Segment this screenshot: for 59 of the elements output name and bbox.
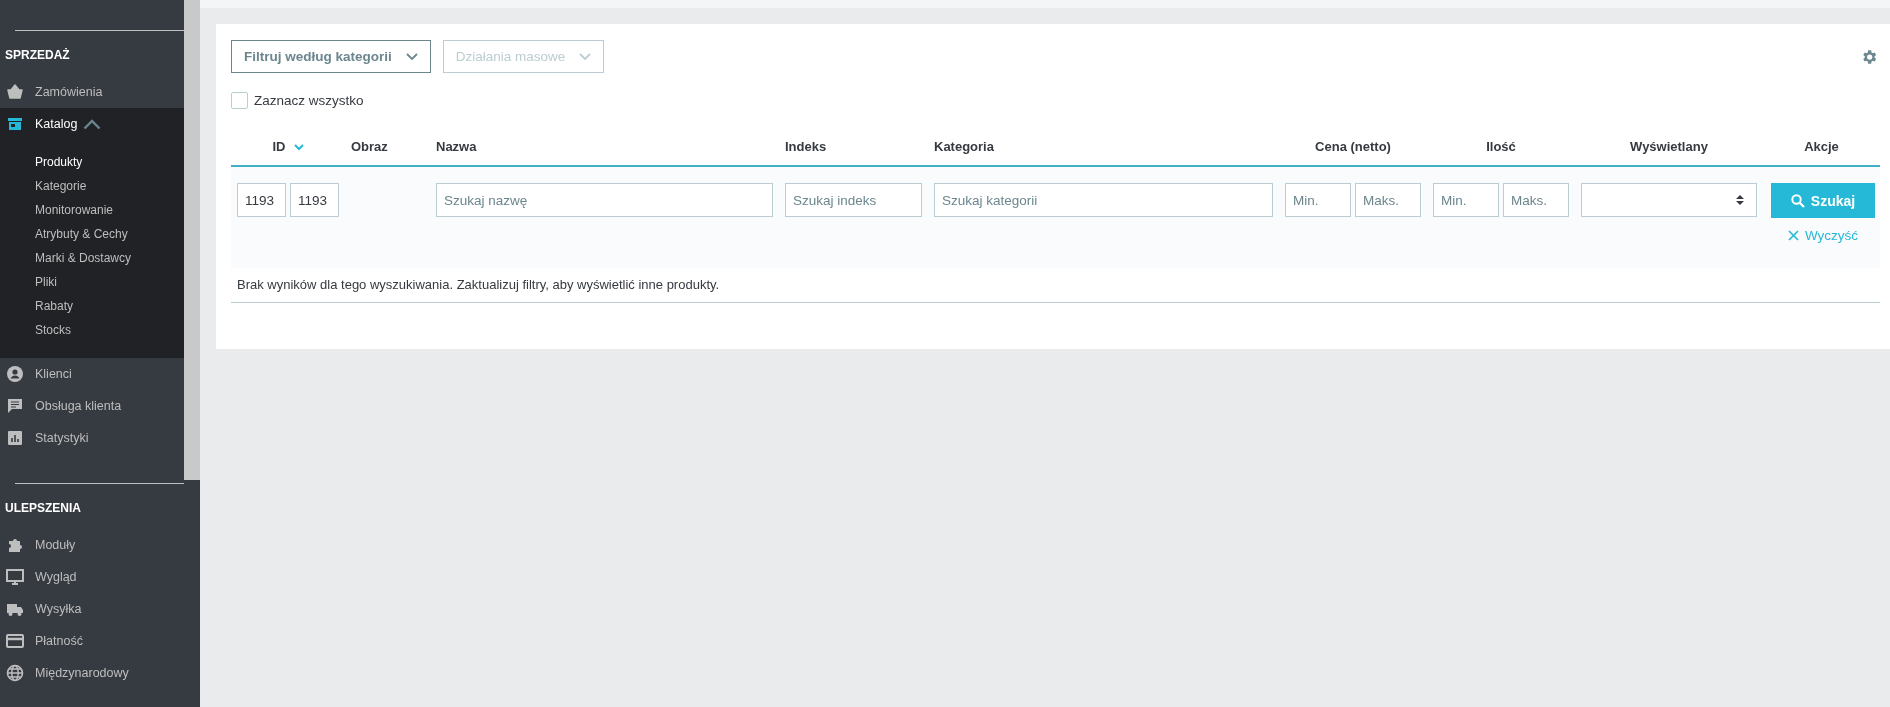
- column-header: Cena (netto): [1315, 138, 1391, 156]
- sidebar-item[interactable]: Płatność: [0, 625, 184, 657]
- chat-icon: [6, 397, 24, 415]
- filter-field[interactable]: Min.: [1433, 183, 1499, 217]
- column-header: Nazwa: [436, 138, 477, 156]
- sidebar-item[interactable]: Klienci: [0, 358, 184, 390]
- column-header: Obraz: [351, 138, 388, 156]
- filter-field[interactable]: 1193: [237, 183, 286, 217]
- column-header: Kategoria: [934, 138, 994, 156]
- column-header: Wyświetlany: [1630, 138, 1708, 156]
- user-circle-icon: [6, 365, 24, 383]
- monitor-icon: [6, 568, 24, 586]
- filter-field[interactable]: Maks.: [1355, 183, 1421, 217]
- empty-message: Brak wyników dla tego wyszukiwania. Zaktualizuj filtry, aby wyświetlić inne produkty.: [236, 276, 721, 294]
- checkbox-label: Zaznacz wszystko: [254, 93, 364, 108]
- sort-caret-icon[interactable]: [293, 143, 304, 151]
- submenu-item[interactable]: Monitorowanie: [35, 198, 114, 222]
- section-title: SPRZEDAŻ: [5, 47, 71, 64]
- column-header[interactable]: ID: [272, 137, 286, 157]
- credit-card-icon: [6, 632, 24, 650]
- submenu-item[interactable]: Kategorie: [35, 174, 87, 198]
- submenu-item[interactable]: Rabaty: [35, 294, 74, 318]
- search-field[interactable]: Szukaj nazwę: [436, 183, 773, 217]
- sort-arrows-icon: [1736, 194, 1744, 206]
- checkbox[interactable]: [231, 92, 248, 109]
- sidebar-item[interactable]: Międzynarodowy: [0, 657, 184, 689]
- sidebar-item[interactable]: Statystyki: [0, 422, 184, 454]
- column-header: Indeks: [785, 138, 827, 156]
- puzzle-icon: [6, 536, 24, 554]
- globe-icon: [6, 664, 24, 682]
- bar-chart-icon: [6, 429, 24, 447]
- submenu-item[interactable]: Marki & Dostawcy: [35, 246, 132, 270]
- close-icon: [1787, 230, 1799, 241]
- column-header: Akcje: [1804, 138, 1839, 156]
- filter-field[interactable]: 1193: [290, 183, 339, 217]
- search-field[interactable]: Szukaj indeks: [785, 183, 922, 217]
- submenu-item[interactable]: Atrybuty & Cechy: [35, 222, 128, 246]
- sidebar-item[interactable]: Moduły: [0, 529, 184, 561]
- chevron-down-icon: [579, 52, 592, 61]
- filter-field[interactable]: Min.: [1285, 183, 1351, 217]
- sidebar-item[interactable]: Wygląd: [0, 561, 184, 593]
- basket-icon: [6, 83, 24, 101]
- column-header: Ilość: [1486, 138, 1516, 156]
- section-title: ULEPSZENIA: [5, 500, 82, 517]
- sidebar-item[interactable]: Katalog: [0, 108, 184, 140]
- sidebar-item[interactable]: Zamówienia: [0, 76, 184, 108]
- chevron-down-icon: [405, 52, 418, 61]
- sidebar-item[interactable]: Obsługa klienta: [0, 390, 184, 422]
- sidebar-item[interactable]: Wysyłka: [0, 593, 184, 625]
- dropdown-button[interactable]: Filtruj według kategorii: [231, 40, 431, 73]
- scrollbar[interactable]: [184, 0, 200, 707]
- submenu-item[interactable]: Produkty: [35, 150, 83, 174]
- search-icon: [1790, 193, 1805, 208]
- select-field[interactable]: [1581, 183, 1757, 217]
- submenu-item[interactable]: Stocks: [35, 318, 71, 342]
- filter-field[interactable]: Maks.: [1503, 183, 1569, 217]
- search-field[interactable]: Szukaj kategorii: [934, 183, 1273, 217]
- store-icon: [6, 115, 24, 133]
- submenu-item[interactable]: Pliki: [35, 270, 57, 294]
